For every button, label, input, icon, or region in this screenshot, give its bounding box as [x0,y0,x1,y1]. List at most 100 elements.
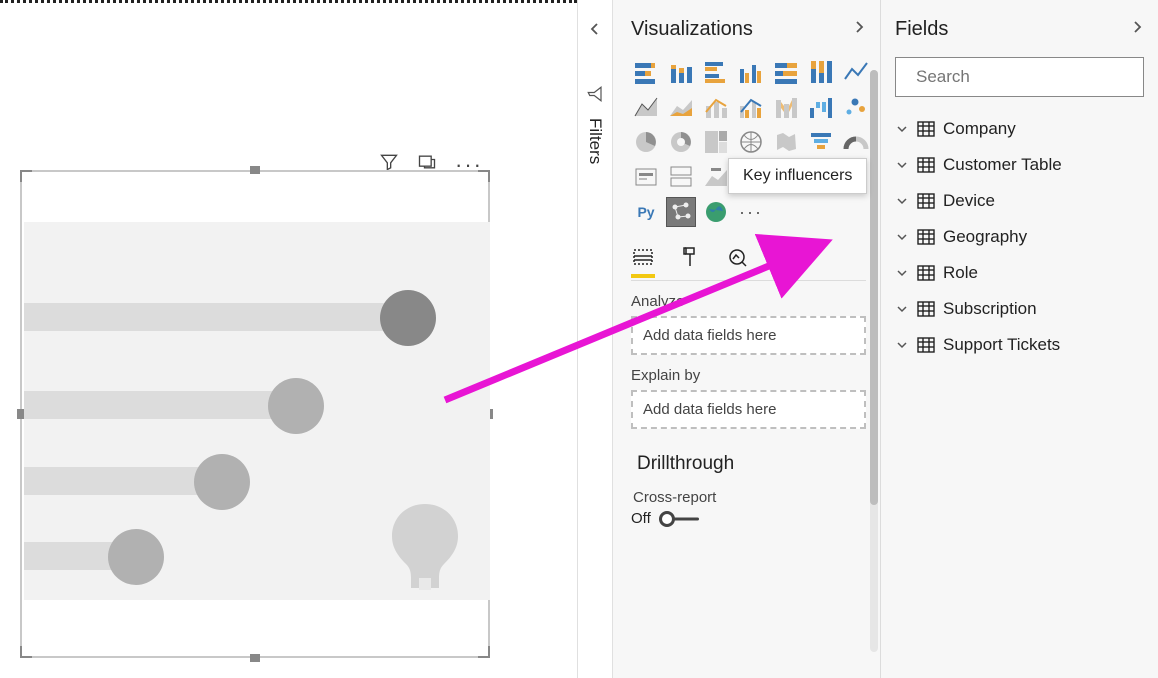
kpi-icon[interactable] [701,162,731,192]
report-canvas-area: ··· [0,0,577,678]
field-table-geography[interactable]: Geography [895,219,1144,255]
field-table-support-tickets[interactable]: Support Tickets [895,327,1144,363]
field-table-label: Device [943,191,995,211]
chevron-down-icon [895,231,909,243]
filters-pane-collapsed: Filters [577,0,613,678]
format-tab[interactable] [677,245,701,278]
lightbulb-icon [386,504,464,605]
toggle-state-label: Off [631,510,651,527]
funnel-chart-icon[interactable] [806,127,836,157]
field-table-label: Subscription [943,299,1037,319]
fields-pane-title: Fields [895,18,948,41]
resize-handle-tl[interactable] [20,170,32,182]
visualizations-scrollbar[interactable] [870,70,878,652]
resize-handle-tr[interactable] [478,170,490,182]
analyze-field-label: Analyze [631,293,866,310]
format-tabs [631,245,866,281]
card-icon[interactable] [631,162,661,192]
python-visual-icon[interactable]: Py [631,197,661,227]
multi-row-card-icon[interactable] [666,162,696,192]
filters-pane-label[interactable]: Filters [585,118,605,164]
field-table-label: Company [943,119,1016,139]
ribbon-chart-icon[interactable] [771,92,801,122]
chevron-down-icon [895,123,909,135]
resize-handle-bc[interactable] [250,654,260,662]
chevron-down-icon [895,303,909,315]
table-icon [917,121,935,137]
field-table-company[interactable]: Company [895,111,1144,147]
placeholder-bar [24,391,294,419]
drillthrough-section-title: Drillthrough [637,453,866,475]
placeholder-dot [194,454,250,510]
chevron-down-icon [895,195,909,207]
analyze-field-well[interactable]: Add data fields here [631,316,866,355]
donut-chart-icon[interactable] [666,127,696,157]
header-dotted-border [0,0,577,3]
line-clustered-column-icon[interactable] [736,92,766,122]
resize-handle-bl[interactable] [20,646,32,658]
expand-filters-icon[interactable] [588,22,602,41]
chevron-down-icon [895,267,909,279]
collapse-visualizations-icon[interactable] [852,20,866,39]
field-table-subscription[interactable]: Subscription [895,291,1144,327]
field-table-label: Geography [943,227,1027,247]
stacked-area-chart-icon[interactable] [666,92,696,122]
map-icon[interactable] [736,127,766,157]
fields-search-input[interactable] [916,67,1137,87]
key-influencers-visual-placeholder [24,222,490,600]
placeholder-bar [24,303,404,331]
arcgis-map-icon[interactable] [701,197,731,227]
field-table-role[interactable]: Role [895,255,1144,291]
resize-handle-tc[interactable] [250,166,260,174]
fields-search-box[interactable] [895,57,1144,97]
filled-map-icon[interactable] [771,127,801,157]
line-chart-icon[interactable] [841,57,871,87]
placeholder-bar [24,467,220,495]
chevron-down-icon [895,339,909,351]
treemap-icon[interactable] [701,127,731,157]
placeholder-dot [380,290,436,346]
field-table-label: Role [943,263,978,283]
explain-by-field-well[interactable]: Add data fields here [631,390,866,429]
key-influencers-tooltip: Key influencers [728,158,867,194]
placeholder-dot [108,529,164,585]
visual-container[interactable]: ··· [20,130,490,655]
field-table-label: Customer Table [943,155,1062,175]
stacked-column-chart-icon[interactable] [666,57,696,87]
placeholder-dot [268,378,324,434]
table-icon [917,157,935,173]
stacked-bar-chart-icon[interactable] [631,57,661,87]
scatter-chart-icon[interactable] [841,92,871,122]
table-icon [917,301,935,317]
resize-handle-br[interactable] [478,646,490,658]
clustered-column-chart-icon[interactable] [736,57,766,87]
visualizations-pane-title: Visualizations [631,18,753,41]
gauge-chart-icon[interactable] [841,127,871,157]
analytics-tab[interactable] [723,245,747,278]
line-stacked-column-icon[interactable] [701,92,731,122]
area-chart-icon[interactable] [631,92,661,122]
visualizations-pane: Visualizations R [613,0,881,678]
table-icon [917,229,935,245]
fields-tab[interactable] [631,245,655,278]
explain-by-field-label: Explain by [631,367,866,384]
hundred-percent-column-icon[interactable] [806,57,836,87]
table-icon [917,193,935,209]
field-table-device[interactable]: Device [895,183,1144,219]
fields-table-list: Company Customer Table Device Geography … [895,111,1144,363]
cross-report-toggle[interactable] [659,512,699,526]
visualization-gallery: R Py ··· [631,57,866,227]
collapse-fields-icon[interactable] [1130,20,1144,39]
chevron-down-icon [895,159,909,171]
table-icon [917,337,935,353]
field-table-customer-table[interactable]: Customer Table [895,147,1144,183]
cross-report-label: Cross-report [633,489,866,506]
clustered-bar-chart-icon[interactable] [701,57,731,87]
key-influencers-icon[interactable] [666,197,696,227]
filter-icon[interactable] [586,85,604,108]
visual-selection-frame[interactable] [20,170,490,658]
hundred-percent-bar-icon[interactable] [771,57,801,87]
waterfall-chart-icon[interactable] [806,92,836,122]
get-more-visuals-icon[interactable]: ··· [736,197,766,227]
pie-chart-icon[interactable] [631,127,661,157]
